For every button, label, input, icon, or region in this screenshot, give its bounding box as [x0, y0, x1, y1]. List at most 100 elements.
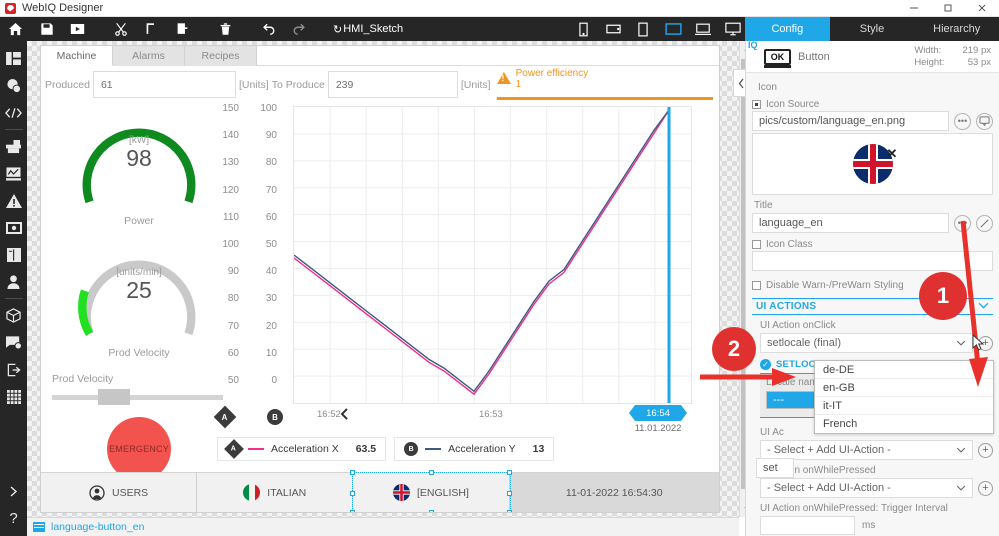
chart-cursor-badge[interactable]: 16:54	[629, 405, 687, 421]
user-icon[interactable]	[0, 268, 27, 295]
home-icon[interactable]	[0, 17, 31, 41]
icon-source-input-row: pics/custom/language_en.png •••	[752, 111, 993, 131]
icon-source-checkbox[interactable]	[752, 100, 761, 109]
cut-icon[interactable]	[105, 17, 136, 41]
chevron-right-icon[interactable]	[0, 478, 27, 505]
trend-chart-plot[interactable]	[293, 106, 692, 404]
phone-portrait-icon[interactable]	[568, 17, 598, 41]
icon-source-input[interactable]: pics/custom/language_en.png	[752, 111, 949, 131]
marker-b-icon[interactable]: B	[267, 409, 283, 425]
selection-handle[interactable]	[506, 470, 512, 475]
footer-users-button[interactable]: USERS	[41, 473, 198, 512]
velocity-gauge: [units/min] 25	[64, 233, 214, 345]
desktop-icon[interactable]	[718, 17, 748, 41]
main-toolbar: ↻ HMI_Sketch Config Style Hierarchy	[0, 17, 999, 41]
to-produce-input[interactable]: 239	[327, 71, 458, 98]
selection-handle[interactable]	[506, 490, 512, 496]
hmi-tab-machine[interactable]: Machine	[41, 46, 113, 66]
trigger-interval-label: UI Action onWhilePressed: Trigger Interv…	[760, 503, 948, 514]
monitor-settings-icon[interactable]	[0, 329, 27, 356]
axis1-tick: 150	[222, 103, 239, 114]
book-icon[interactable]	[0, 241, 27, 268]
add-onwhilepressed-action-button[interactable]: +	[978, 480, 993, 496]
image-icon[interactable]	[0, 214, 27, 241]
obscured-action-input[interactable]: set	[756, 458, 794, 478]
remove-icon[interactable]: ✕	[887, 146, 898, 162]
alarm-banner[interactable]: Power efficiency 1	[494, 68, 715, 101]
legend-item-acceleration-y[interactable]: B Acceleration Y 13	[394, 437, 555, 461]
copy-icon[interactable]	[136, 17, 167, 41]
selection-handle[interactable]	[350, 490, 356, 496]
save-icon[interactable]	[31, 17, 62, 41]
axis2-tick: 40	[265, 266, 277, 278]
selection-handle[interactable]	[428, 510, 434, 512]
tablet-portrait-icon[interactable]	[628, 17, 658, 41]
help-icon[interactable]: ?	[0, 505, 27, 532]
onwhilepressed-select[interactable]: - Select + Add UI-Action -	[760, 478, 973, 498]
grid-icon[interactable]	[0, 383, 27, 410]
delete-icon[interactable]	[210, 17, 241, 41]
trigger-interval-input[interactable]	[760, 516, 855, 535]
icon-group-label: Icon	[758, 82, 777, 93]
redo-icon[interactable]	[284, 17, 315, 41]
footer-english-label: [ENGLISH]	[416, 486, 469, 499]
alarm-value: 1	[515, 79, 522, 90]
slider-thumb[interactable]	[98, 389, 130, 405]
preview-icon[interactable]	[62, 17, 93, 41]
minimize-button[interactable]	[897, 0, 931, 17]
hmi-tab-alarms[interactable]: Alarms	[113, 46, 185, 66]
footer-users-label: USERS	[111, 486, 149, 499]
logout-icon[interactable]	[0, 356, 27, 383]
icon-class-checkbox[interactable]	[752, 240, 761, 249]
legend-label: Acceleration X	[271, 443, 339, 455]
onrelease-value: - Select + Add UI-Action -	[767, 444, 891, 456]
laptop-icon[interactable]	[688, 17, 718, 41]
axis1-tick: 140	[222, 130, 239, 142]
prod-velocity-slider[interactable]	[52, 389, 223, 405]
hmi-tab-recipes[interactable]: Recipes	[185, 46, 257, 66]
locale-option-french[interactable]: French	[815, 415, 993, 433]
trend-chart-svg	[294, 107, 691, 403]
footer-italian-button[interactable]: ITALIAN	[197, 473, 354, 512]
toolbox-icon[interactable]	[0, 133, 27, 160]
marker-a-icon[interactable]: A	[213, 405, 237, 429]
selection-handle[interactable]	[350, 470, 356, 475]
produced-input[interactable]: 61	[92, 71, 236, 98]
code-icon[interactable]	[0, 99, 27, 126]
alarm-title: Power efficiency	[515, 68, 589, 79]
hmi-field-row: Produced 61 [Units] To Produce 239 [Unit…	[41, 66, 719, 101]
layout-icon[interactable]	[0, 45, 27, 72]
design-canvas[interactable]: Machine Alarms Recipes Produced 61 [Unit…	[27, 41, 739, 517]
selection-handle[interactable]	[350, 510, 356, 512]
alarm-warning-icon[interactable]	[0, 187, 27, 214]
sketch-indicator[interactable]: ↻ HMI_Sketch	[333, 23, 403, 36]
sketch-name: HMI_Sketch	[343, 23, 404, 35]
preview-bubble-icon[interactable]	[976, 112, 993, 130]
tablet-landscape-icon[interactable]	[658, 17, 688, 41]
maximize-button[interactable]	[931, 0, 965, 17]
selection-handle[interactable]	[506, 510, 512, 512]
paste-icon[interactable]	[167, 17, 198, 41]
phone-landscape-icon[interactable]	[598, 17, 628, 41]
axis2-tick: 60	[265, 211, 277, 223]
disable-warn-checkbox[interactable]	[752, 281, 761, 290]
package-icon[interactable]	[0, 302, 27, 329]
axis2-tick: 90	[265, 130, 277, 142]
axis1-tick: 70	[227, 320, 239, 332]
chart-back-arrow-icon[interactable]	[339, 407, 353, 423]
browse-icon[interactable]: •••	[954, 112, 971, 130]
onwhilepressed-row: - Select + Add UI-Action - +	[760, 478, 993, 498]
selection-handle[interactable]	[428, 470, 434, 475]
tab-hierarchy[interactable]: Hierarchy	[914, 17, 999, 41]
tab-config[interactable]: Config	[745, 17, 830, 41]
tab-style[interactable]: Style	[829, 17, 915, 41]
onrelease-select[interactable]: - Select + Add UI-Action -	[760, 440, 973, 460]
trend-icon[interactable]	[0, 160, 27, 187]
add-onrelease-action-button[interactable]: +	[978, 442, 993, 458]
axis1-tick: 60	[227, 347, 239, 359]
undo-icon[interactable]	[253, 17, 284, 41]
globe-chat-icon[interactable]	[0, 72, 27, 99]
legend-item-acceleration-x[interactable]: A Acceleration X 63.5	[217, 437, 387, 461]
footer-english-button[interactable]: [ENGLISH]	[350, 470, 512, 512]
close-button[interactable]	[965, 0, 999, 17]
